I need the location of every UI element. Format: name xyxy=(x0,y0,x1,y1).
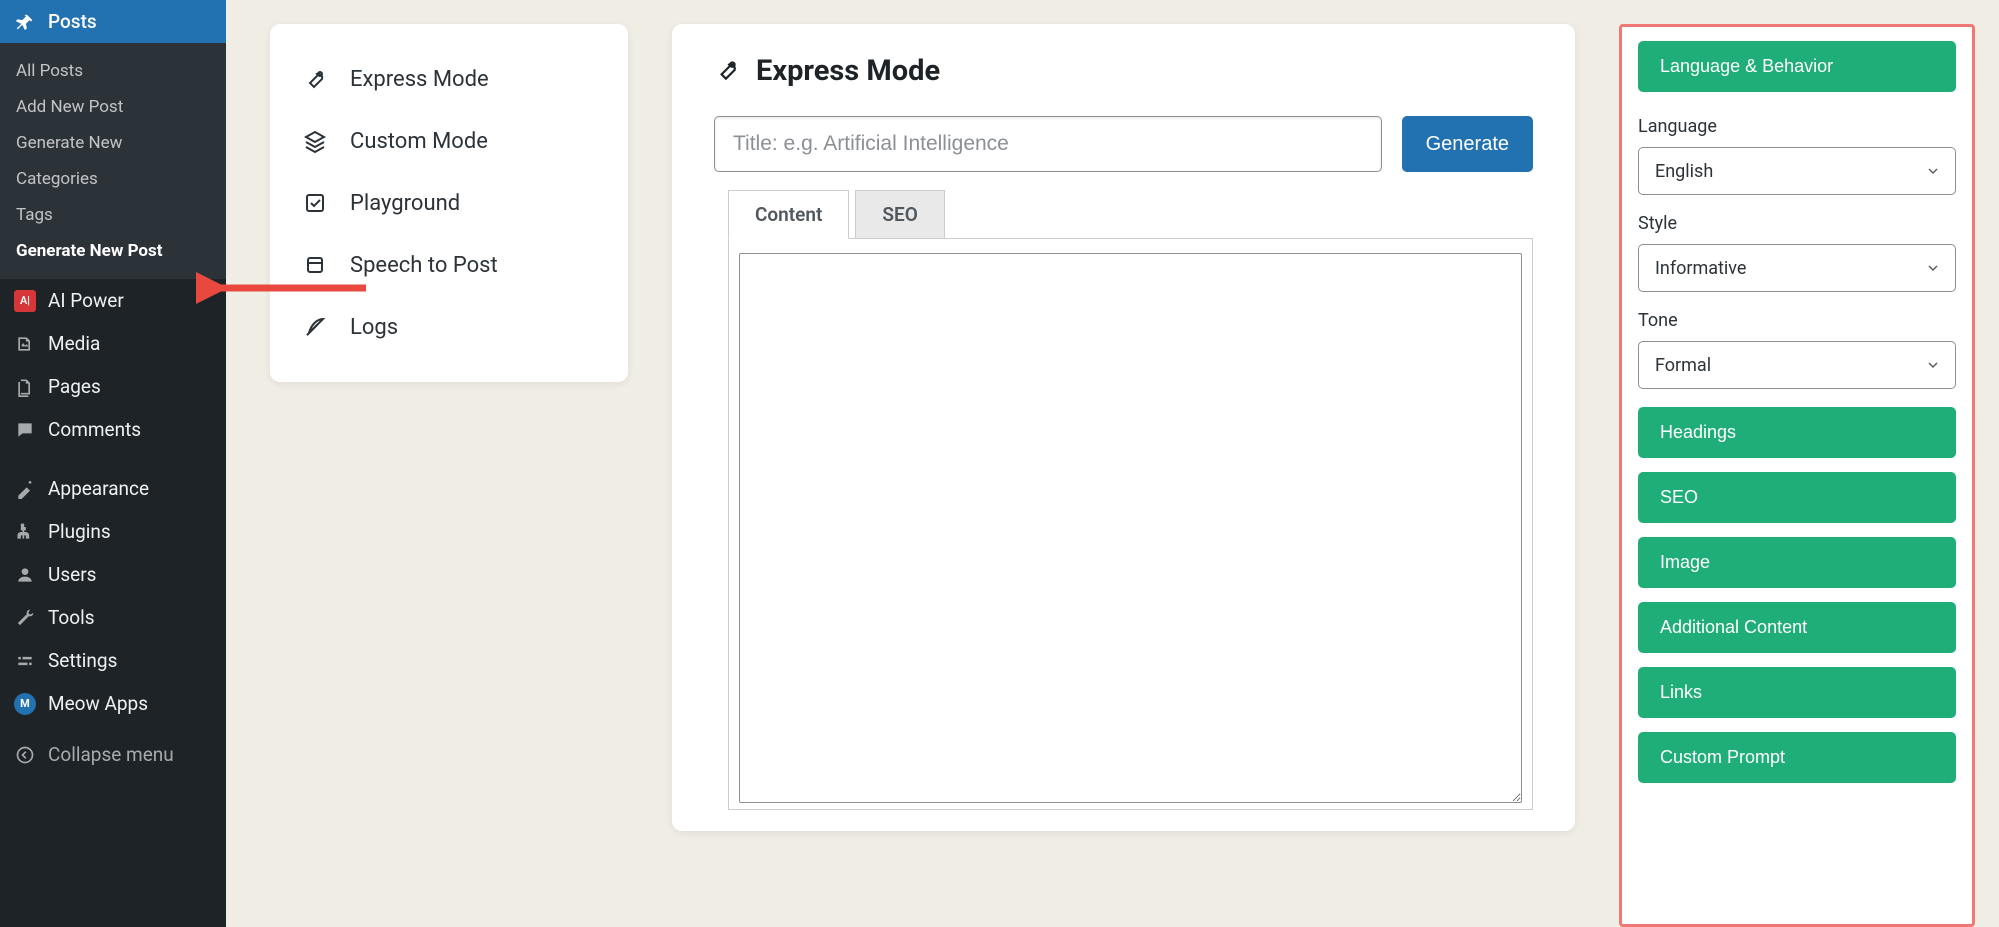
sidebar-item-pages[interactable]: Pages xyxy=(0,365,226,408)
collapse-icon xyxy=(14,744,36,766)
mode-speech[interactable]: Speech to Post xyxy=(270,234,628,296)
aipower-icon: A| xyxy=(14,290,36,312)
chevron-down-icon xyxy=(1925,357,1941,373)
sidebar-item-plugins[interactable]: Plugins xyxy=(0,510,226,553)
sidebar-posts-submenu: All Posts Add New Post Generate New Cate… xyxy=(0,43,226,279)
mode-express[interactable]: Express Mode xyxy=(270,48,628,110)
comments-icon xyxy=(14,419,36,441)
sidebar-item-aipower[interactable]: A| AI Power xyxy=(0,279,226,322)
section-custom-prompt[interactable]: Custom Prompt xyxy=(1638,732,1956,783)
sidebar-item-media[interactable]: Media xyxy=(0,322,226,365)
settings-icon xyxy=(14,650,36,672)
tools-icon xyxy=(14,607,36,629)
tone-select[interactable]: Formal xyxy=(1638,341,1956,389)
language-select-value: English xyxy=(1655,161,1713,182)
sidebar-item-settings[interactable]: Settings xyxy=(0,639,226,682)
sidebar-collapse-label: Collapse menu xyxy=(48,743,174,766)
mode-logs[interactable]: Logs xyxy=(270,296,628,358)
sidebar-item-appearance[interactable]: Appearance xyxy=(0,467,226,510)
style-select-value: Informative xyxy=(1655,258,1746,279)
sidebar-sub-tags[interactable]: Tags xyxy=(0,197,226,233)
sidebar-item-users[interactable]: Users xyxy=(0,553,226,596)
sidebar-sub-all-posts[interactable]: All Posts xyxy=(0,53,226,89)
section-language-behavior[interactable]: Language & Behavior xyxy=(1638,41,1956,92)
section-seo[interactable]: SEO xyxy=(1638,472,1956,523)
language-label: Language xyxy=(1638,116,1956,137)
sidebar-plugins-label: Plugins xyxy=(48,520,111,543)
wp-admin-sidebar: Posts All Posts Add New Post Generate Ne… xyxy=(0,0,226,927)
editor-wrap xyxy=(728,238,1533,810)
style-select[interactable]: Informative xyxy=(1638,244,1956,292)
sidebar-pages-label: Pages xyxy=(48,375,101,398)
sidebar-item-tools[interactable]: Tools xyxy=(0,596,226,639)
content-editor[interactable] xyxy=(739,253,1522,803)
speech-icon xyxy=(302,252,328,278)
meow-icon: M xyxy=(14,693,36,715)
sidebar-comments-label: Comments xyxy=(48,418,141,441)
plugins-icon xyxy=(14,521,36,543)
editor-tabs: Content SEO xyxy=(728,190,1533,239)
checkbox-icon xyxy=(302,190,328,216)
wrench-icon xyxy=(714,57,742,85)
sidebar-users-label: Users xyxy=(48,563,96,586)
appearance-icon xyxy=(14,478,36,500)
chevron-down-icon xyxy=(1925,260,1941,276)
feather-icon xyxy=(302,314,328,340)
mode-speech-label: Speech to Post xyxy=(350,253,498,278)
tab-content[interactable]: Content xyxy=(728,190,849,239)
generate-button[interactable]: Generate xyxy=(1402,116,1533,172)
tone-label: Tone xyxy=(1638,310,1956,331)
title-input[interactable] xyxy=(714,116,1382,172)
sidebar-meow-label: Meow Apps xyxy=(48,692,148,715)
sidebar-item-comments[interactable]: Comments xyxy=(0,408,226,451)
express-mode-title-row: Express Mode xyxy=(714,54,1533,88)
section-image[interactable]: Image xyxy=(1638,537,1956,588)
express-mode-title: Express Mode xyxy=(756,54,940,88)
sidebar-aipower-label: AI Power xyxy=(48,289,124,312)
pages-icon xyxy=(14,376,36,398)
express-mode-card: Express Mode Generate Content SEO xyxy=(672,24,1575,831)
mode-playground[interactable]: Playground xyxy=(270,172,628,234)
sidebar-sub-categories[interactable]: Categories xyxy=(0,161,226,197)
sidebar-posts-label: Posts xyxy=(48,10,97,33)
section-links[interactable]: Links xyxy=(1638,667,1956,718)
layers-icon xyxy=(302,128,328,154)
sidebar-sub-generate-new[interactable]: Generate New xyxy=(0,125,226,161)
sidebar-settings-label: Settings xyxy=(48,649,117,672)
mode-express-label: Express Mode xyxy=(350,67,489,92)
style-label: Style xyxy=(1638,213,1956,234)
sidebar-collapse-menu[interactable]: Collapse menu xyxy=(0,733,226,776)
tab-seo[interactable]: SEO xyxy=(855,190,944,239)
mode-custom[interactable]: Custom Mode xyxy=(270,110,628,172)
section-headings[interactable]: Headings xyxy=(1638,407,1956,458)
mode-custom-label: Custom Mode xyxy=(350,129,488,154)
pin-icon xyxy=(14,11,36,33)
sidebar-sub-generate-new-post[interactable]: Generate New Post xyxy=(0,233,226,269)
section-additional-content[interactable]: Additional Content xyxy=(1638,602,1956,653)
mode-list-card: Express Mode Custom Mode Playground Spee… xyxy=(270,24,628,382)
settings-panel: Language & Behavior Language English Sty… xyxy=(1619,24,1975,927)
mode-playground-label: Playground xyxy=(350,191,460,216)
users-icon xyxy=(14,564,36,586)
mode-logs-label: Logs xyxy=(350,315,398,340)
chevron-down-icon xyxy=(1925,163,1941,179)
sidebar-posts-header[interactable]: Posts xyxy=(0,0,226,43)
language-select[interactable]: English xyxy=(1638,147,1956,195)
content-area: Express Mode Custom Mode Playground Spee… xyxy=(226,0,1999,927)
media-icon xyxy=(14,333,36,355)
wrench-icon xyxy=(302,66,328,92)
sidebar-media-label: Media xyxy=(48,332,100,355)
sidebar-sub-add-new-post[interactable]: Add New Post xyxy=(0,89,226,125)
sidebar-item-meow-apps[interactable]: M Meow Apps xyxy=(0,682,226,725)
sidebar-tools-label: Tools xyxy=(48,606,95,629)
tone-select-value: Formal xyxy=(1655,355,1711,376)
sidebar-appearance-label: Appearance xyxy=(48,477,149,500)
